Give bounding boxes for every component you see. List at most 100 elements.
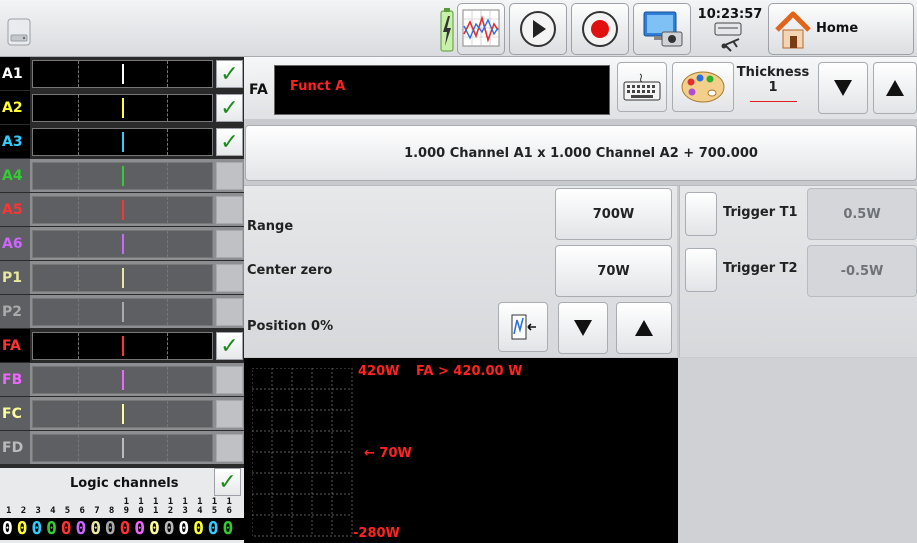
display-graph-button[interactable] <box>457 3 505 55</box>
color-palette-button[interactable] <box>672 62 734 112</box>
range-label: Range <box>247 219 294 234</box>
channel-trace <box>122 200 124 220</box>
channel-name: A2 <box>0 91 30 124</box>
formula-button[interactable]: 1.000 Channel A1 x 1.000 Channel A2 + 70… <box>245 125 917 181</box>
logic-digit: 6 <box>79 506 85 516</box>
trigger-t1-checkbox[interactable] <box>685 192 717 236</box>
function-name-value: Funct A <box>290 79 346 94</box>
logic-digit[interactable]: 0 <box>193 518 204 539</box>
channel-trace-strip[interactable] <box>32 230 213 258</box>
trigger-t2-value-button[interactable]: -0.5W <box>807 245 917 297</box>
home-label: Home <box>816 21 859 36</box>
channel-row-a3[interactable]: A3 ✓ <box>0 125 244 158</box>
channel-checkbox[interactable] <box>216 366 243 394</box>
channel-row-a5[interactable]: A5 <box>0 193 244 226</box>
logic-channels-panel: Logic channels ✓ 11111111 12345678901234… <box>0 468 244 543</box>
channel-trace-strip[interactable] <box>32 162 213 190</box>
logic-digit[interactable]: 0 <box>178 518 189 539</box>
channel-trace-strip[interactable] <box>32 94 213 122</box>
logic-channels-checkbox[interactable]: ✓ <box>214 468 241 496</box>
channel-trace-strip[interactable] <box>32 196 213 224</box>
record-button[interactable] <box>571 3 629 55</box>
logic-digit[interactable]: 0 <box>149 518 160 539</box>
channel-row-a4[interactable]: A4 <box>0 159 244 192</box>
channel-row-a2[interactable]: A2 ✓ <box>0 91 244 124</box>
range-value: 700W <box>592 206 635 222</box>
trigger-t1-value: 0.5W <box>843 206 881 222</box>
channel-trace-strip[interactable] <box>32 366 213 394</box>
logic-digit: 1 <box>6 506 12 516</box>
channel-row-a6[interactable]: A6 <box>0 227 244 260</box>
channel-checkbox[interactable]: ✓ <box>216 128 243 156</box>
channel-name: P2 <box>0 295 30 328</box>
thickness-up-button[interactable] <box>873 62 917 114</box>
channel-trace-strip[interactable] <box>32 400 213 428</box>
logic-channels-label: Logic channels <box>70 476 179 491</box>
thickness-down-button[interactable] <box>818 62 868 114</box>
center-zero-value-button[interactable]: 70W <box>555 245 672 297</box>
channel-row-p1[interactable]: P1 <box>0 261 244 294</box>
preview-bottom-label: -280W <box>353 526 400 541</box>
logic-digit[interactable]: 0 <box>120 518 131 539</box>
channel-trace-strip[interactable] <box>32 434 213 462</box>
channel-checkbox[interactable]: ✓ <box>216 332 243 360</box>
position-up-button[interactable] <box>616 302 672 354</box>
logic-digit: 9 <box>123 506 130 516</box>
channel-row-fc[interactable]: FC <box>0 397 244 430</box>
thickness-preview-line <box>750 101 797 102</box>
trigger-t2-label: Trigger T2 <box>723 261 798 276</box>
channel-checkbox[interactable] <box>216 298 243 326</box>
screenshot-button[interactable] <box>633 3 691 55</box>
logic-digit[interactable]: 0 <box>90 518 101 539</box>
range-value-button[interactable]: 700W <box>555 188 672 240</box>
logic-digit[interactable]: 0 <box>164 518 175 539</box>
channel-row-fb[interactable]: FB <box>0 363 244 396</box>
trigger-t1-value-button[interactable]: 0.5W <box>807 188 917 240</box>
channel-trace-strip[interactable] <box>32 128 213 156</box>
logic-digit: 8 <box>108 506 115 516</box>
channel-row-p2[interactable]: P2 <box>0 295 244 328</box>
channel-checkbox[interactable] <box>216 230 243 258</box>
logic-digit[interactable]: 0 <box>2 518 13 539</box>
channel-row-fd[interactable]: FD <box>0 431 244 464</box>
logic-digit: 7 <box>94 506 100 516</box>
channel-trace-strip[interactable] <box>32 264 213 292</box>
position-down-button[interactable] <box>558 302 608 354</box>
channel-checkbox[interactable] <box>216 196 243 224</box>
channel-trace-strip[interactable] <box>32 60 213 88</box>
trigger-t2-checkbox[interactable] <box>685 248 717 292</box>
logic-digit[interactable]: 0 <box>105 518 116 539</box>
logic-digit[interactable]: 0 <box>76 518 87 539</box>
channel-trace <box>122 370 124 390</box>
channel-checkbox[interactable] <box>216 264 243 292</box>
logic-digit[interactable]: 0 <box>134 518 145 539</box>
logic-digit[interactable]: 0 <box>61 518 72 539</box>
channel-row-a1[interactable]: A1 ✓ <box>0 57 244 90</box>
logic-digit[interactable]: 0 <box>223 518 234 539</box>
keyboard-button[interactable] <box>617 62 667 112</box>
channel-trace-strip[interactable] <box>32 298 213 326</box>
channel-checkbox[interactable]: ✓ <box>216 94 243 122</box>
channel-trace-strip[interactable] <box>32 332 213 360</box>
channel-checkbox[interactable] <box>216 162 243 190</box>
logic-digit[interactable]: 0 <box>17 518 28 539</box>
channel-checkbox[interactable] <box>216 400 243 428</box>
scale-preview: 420W FA > 420.00 W ← 70W -280W <box>244 358 678 543</box>
record-icon <box>582 11 618 47</box>
function-name-field[interactable]: Funct A <box>274 65 610 115</box>
logic-digit[interactable]: 0 <box>208 518 219 539</box>
storage-button[interactable] <box>4 13 34 51</box>
home-button[interactable]: Home <box>768 3 914 55</box>
position-auto-button[interactable] <box>498 302 548 352</box>
usb-icon <box>714 22 742 52</box>
center-zero-label: Center zero <box>247 263 333 278</box>
channel-checkbox[interactable]: ✓ <box>216 60 243 88</box>
check-icon: ✓ <box>220 95 239 121</box>
channel-row-fa[interactable]: FA ✓ <box>0 329 244 362</box>
channel-checkbox[interactable] <box>216 434 243 462</box>
play-button[interactable] <box>509 3 567 55</box>
logic-digit: 2 <box>167 506 174 516</box>
logic-digit[interactable]: 0 <box>31 518 42 539</box>
channel-trace <box>122 132 124 152</box>
logic-digit[interactable]: 0 <box>46 518 57 539</box>
